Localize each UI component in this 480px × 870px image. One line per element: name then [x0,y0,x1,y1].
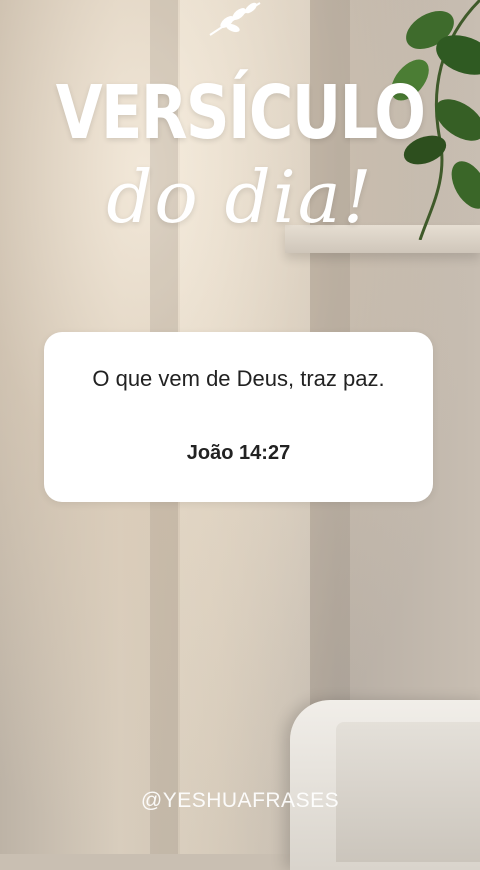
leaf-sprig-icon [209,2,261,36]
verse-card: O que vem de Deus, traz paz. João 14:27 [44,332,433,502]
verse-text: O que vem de Deus, traz paz. [92,366,385,391]
account-handle: @YESHUAFRASES [140,789,340,812]
verse-reference: João 14:27 [186,442,291,464]
page-subtitle: do dia! [106,155,374,239]
page-title: VERSÍCULO [55,70,426,156]
